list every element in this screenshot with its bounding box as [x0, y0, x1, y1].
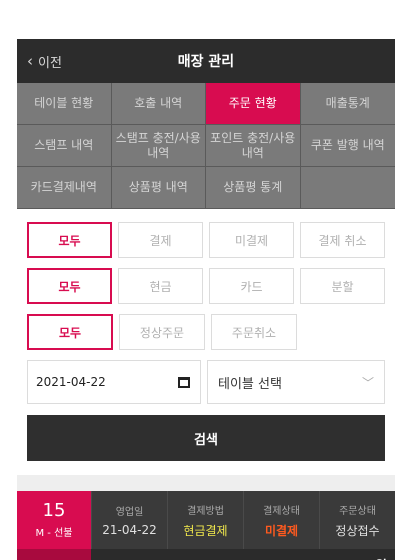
order-time: 2021-04-22 11:15:55: [91, 549, 270, 560]
menu-item-call-history[interactable]: 호출 내역: [111, 83, 206, 125]
menu-item-table-status[interactable]: 테이블 현황: [17, 83, 112, 125]
order-type: M - 선불: [35, 527, 73, 539]
order-payment-status: 결제상태 미결제: [243, 491, 319, 549]
order-total-amount: 15,000 원: [320, 549, 395, 560]
menu-item-stamp-history[interactable]: 스탬프 내역: [17, 125, 112, 167]
order-order-status: 주문상태 정상접수: [319, 491, 395, 549]
page-title: 매장 관리: [177, 54, 235, 70]
method-filter-card[interactable]: 카드: [209, 268, 295, 304]
section-divider: [17, 475, 395, 491]
date-input[interactable]: 2021-04-22: [27, 360, 201, 404]
order-payment-method: 결제방법 현금결제: [167, 491, 243, 549]
table-select[interactable]: 테이블 선택 ﹀: [207, 360, 385, 404]
chevron-left-icon: ‹: [27, 52, 33, 70]
payment-filter-paid[interactable]: 결제: [118, 222, 204, 258]
table-select-placeholder: 테이블 선택: [218, 376, 282, 392]
menu-item-review-history[interactable]: 상품평 내역: [111, 167, 206, 209]
header-bar: ‹ 이전 매장 관리: [17, 39, 395, 83]
menu-grid: 테이블 현황 호출 내역 주문 현황 매출통계 스탬프 내역 스탬프 충전/사용…: [17, 83, 395, 209]
menu-item-sales-stats[interactable]: 매출통계: [300, 83, 395, 125]
payment-method-label: 결제방법: [187, 505, 224, 517]
order-business-day: 영업일 21-04-22: [91, 491, 167, 549]
date-value: 2021-04-22: [36, 375, 106, 389]
search-row: 2021-04-22 테이블 선택 ﹀: [27, 360, 385, 404]
app-window: ‹ 이전 매장 관리 테이블 현황 호출 내역 주문 현황 매출통계 스탬프 내…: [17, 39, 395, 560]
payment-status-label: 결제상태: [263, 505, 300, 517]
order-summary-row[interactable]: No.117 2021-04-22 11:15:55 합계 15,000 원: [17, 549, 395, 560]
payment-filter-unpaid[interactable]: 미결제: [209, 222, 295, 258]
order-total-label: 합계: [270, 549, 320, 560]
calendar-icon[interactable]: [178, 376, 190, 388]
order-status-label: 주문상태: [339, 505, 376, 517]
back-button[interactable]: ‹ 이전: [27, 39, 62, 83]
order-filter-row: 모두 정상주문 주문취소: [27, 314, 385, 350]
chevron-down-icon: ﹀: [361, 375, 374, 390]
menu-item-point-charge[interactable]: 포인트 충전/사용내역: [206, 125, 301, 167]
payment-status-value: 미결제: [264, 523, 299, 538]
order-number-badge: 15 M - 선불: [17, 491, 91, 549]
business-day-label: 영업일: [115, 507, 144, 518]
order-status-value: 정상접수: [335, 523, 380, 538]
method-filter-split[interactable]: 분할: [300, 268, 386, 304]
business-day-value: 21-04-22: [102, 523, 157, 537]
menu-item-stamp-charge[interactable]: 스탬프 충전/사용내역: [111, 125, 206, 167]
filter-panel: 모두 결제 미결제 결제 취소 모두 현금 카드 분할 모두 정상주문 주문취소…: [17, 209, 395, 461]
menu-item-card-payments[interactable]: 카드결제내역: [17, 167, 112, 209]
menu-item-empty: [300, 167, 395, 209]
menu-item-order-status[interactable]: 주문 현황: [206, 83, 301, 125]
payment-filter-row: 모두 결제 미결제 결제 취소: [27, 222, 386, 258]
order-number: 15: [42, 500, 66, 522]
order-card[interactable]: 15 M - 선불 영업일 21-04-22 결제방법 현금결제 결제상태 미결…: [17, 491, 395, 549]
payment-method-value: 현금결제: [183, 523, 228, 538]
method-filter-cash[interactable]: 현금: [118, 268, 204, 304]
payment-filter-cancelled[interactable]: 결제 취소: [300, 222, 386, 258]
order-filter-cancelled[interactable]: 주문취소: [211, 314, 297, 350]
order-filter-all[interactable]: 모두: [27, 314, 113, 350]
back-label: 이전: [38, 55, 62, 71]
menu-item-review-stats[interactable]: 상품평 통계: [206, 167, 301, 209]
menu-item-coupon-history[interactable]: 쿠폰 발행 내역: [300, 125, 395, 167]
order-filter-normal[interactable]: 정상주문: [119, 314, 205, 350]
method-filter-row: 모두 현금 카드 분할: [27, 268, 386, 304]
search-button[interactable]: 검색: [27, 415, 385, 461]
method-filter-all[interactable]: 모두: [27, 268, 113, 304]
payment-filter-all[interactable]: 모두: [27, 222, 113, 258]
order-no: No.117: [17, 549, 91, 560]
